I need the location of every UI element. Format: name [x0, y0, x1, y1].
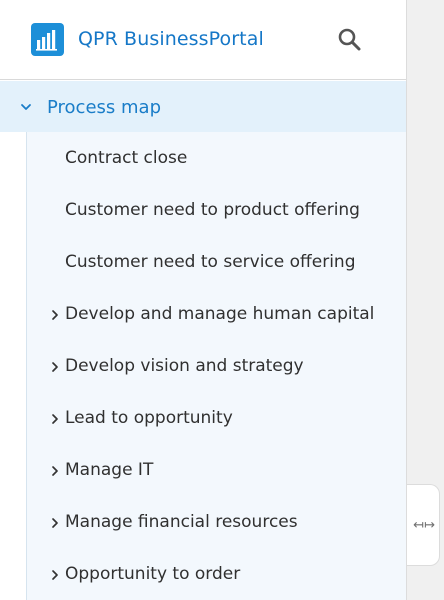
tree-item-develop-and-manage-human-capital[interactable]: Develop and manage human capital	[27, 288, 406, 340]
chevron-down-icon[interactable]	[19, 99, 33, 113]
chevron-right-icon[interactable]	[49, 359, 61, 373]
tree-item-customer-need-to-service-offering[interactable]: Customer need to service offering	[27, 236, 406, 288]
process-tree: Process map Contract close Customer need…	[0, 81, 406, 600]
tree-item-label: Customer need to service offering	[65, 252, 356, 272]
tree-item-label: Lead to opportunity	[65, 408, 233, 428]
tree-item-develop-vision-and-strategy[interactable]: Develop vision and strategy	[27, 340, 406, 392]
resize-horizontal-icon: ↤↦	[413, 518, 435, 533]
chevron-right-icon[interactable]	[49, 515, 61, 529]
chevron-right-icon[interactable]	[49, 307, 61, 321]
tree-item-label: Manage IT	[65, 460, 154, 480]
tree-item-customer-need-to-product-offering[interactable]: Customer need to product offering	[27, 184, 406, 236]
tree-item-label: Contract close	[65, 148, 188, 168]
header: QPR BusinessPortal	[0, 0, 406, 80]
tree-item-manage-it[interactable]: Manage IT	[27, 444, 406, 496]
tree-children: Contract close Customer need to product …	[26, 132, 406, 600]
chevron-right-icon[interactable]	[49, 567, 61, 581]
search-icon[interactable]	[334, 24, 366, 56]
bar-chart-icon	[31, 23, 64, 56]
tree-item-manage-financial-resources[interactable]: Manage financial resources	[27, 496, 406, 548]
tree-root-process-map[interactable]: Process map	[0, 81, 406, 132]
tree-root-label: Process map	[47, 97, 161, 118]
tree-item-contract-close[interactable]: Contract close	[27, 132, 406, 184]
brand-title: QPR BusinessPortal	[78, 28, 264, 50]
tree-item-label: Customer need to product offering	[65, 200, 360, 220]
chevron-right-icon[interactable]	[49, 463, 61, 477]
tree-item-label: Manage financial resources	[65, 512, 298, 532]
tree-item-label: Develop vision and strategy	[65, 356, 304, 376]
tree-item-lead-to-opportunity[interactable]: Lead to opportunity	[27, 392, 406, 444]
panel-resize-handle[interactable]: ↤↦	[407, 484, 440, 566]
tree-item-label: Develop and manage human capital	[65, 304, 375, 324]
tree-item-label: Opportunity to order	[65, 564, 241, 584]
navigation-panel: QPR BusinessPortal Process map Contract …	[0, 0, 407, 600]
chevron-right-icon[interactable]	[49, 411, 61, 425]
tree-item-opportunity-to-order[interactable]: Opportunity to order	[27, 548, 406, 600]
